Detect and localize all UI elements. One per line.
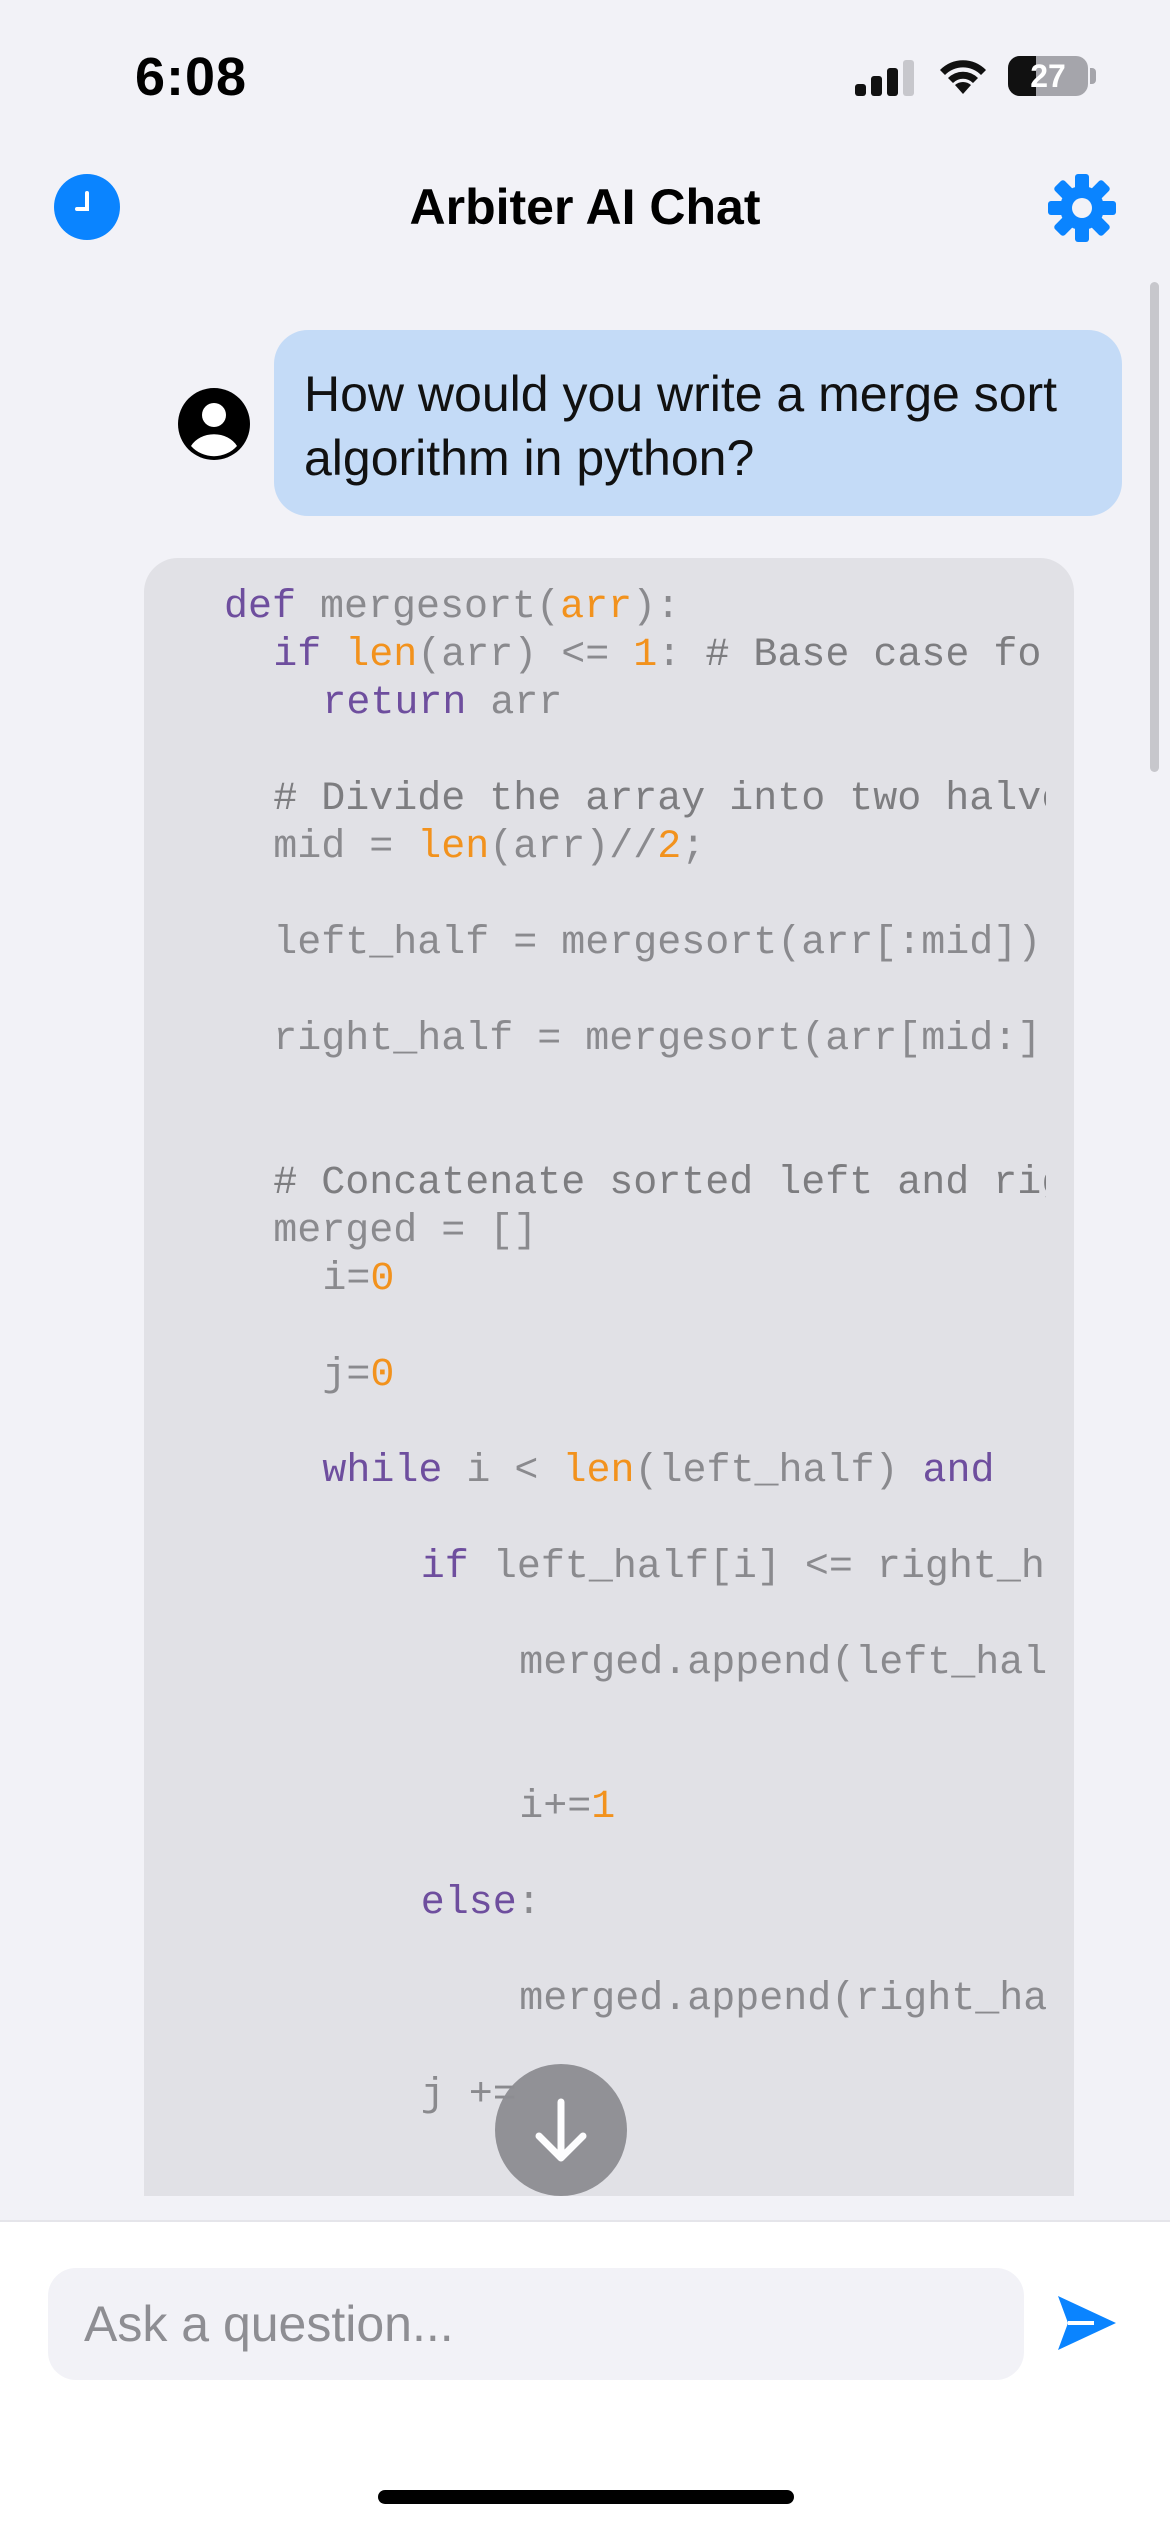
- code-line: # Concatenate sorted left and right: [273, 1160, 1046, 1208]
- code-line: merged.append(right_half[j]): [519, 1976, 1046, 2024]
- code-line: i=0: [322, 1256, 394, 1304]
- battery-nub: [1090, 68, 1096, 84]
- code-block: def mergesort(arr): if len(arr) <= 1: # B…: [144, 558, 1074, 2196]
- code-token: (arr)//: [489, 825, 658, 870]
- user-message-line: How would you write a merge sort: [304, 366, 1058, 422]
- code-token: i=: [322, 1257, 371, 1302]
- code-line: while i < len(left_half) and: [322, 1448, 994, 1496]
- code-line: i+=1: [519, 1784, 615, 1832]
- code-line: else:: [421, 1880, 541, 1928]
- code-token: (arr) <=: [417, 633, 634, 678]
- code-token: # Base case for recursion: [705, 633, 1046, 678]
- battery-level: 27: [1030, 57, 1066, 94]
- code-token: def: [224, 585, 297, 630]
- code-line: mid = len(arr)//2;: [273, 824, 705, 872]
- code-token: else: [420, 1881, 517, 1926]
- code-token: :: [516, 1881, 541, 1926]
- code-token: len: [562, 1449, 635, 1494]
- code-token: and: [922, 1449, 995, 1494]
- code-token: i+=: [519, 1785, 592, 1830]
- code-token: # Divide the array into two halves: [273, 777, 1046, 822]
- avatar: [178, 388, 250, 460]
- code-token: return: [322, 681, 467, 726]
- code-line: merged.append(left_half[i]): [519, 1640, 1046, 1688]
- code-line: j=0: [322, 1352, 394, 1400]
- code-token: merged.append(left_half[i]): [519, 1641, 1046, 1686]
- user-message-bubble: How would you write a merge sort algorit…: [274, 330, 1122, 516]
- battery-icon: 27: [1008, 56, 1088, 96]
- code-token: if: [420, 1545, 469, 1590]
- code-token: left_half = mergesort(arr[:mid]): [273, 921, 1042, 966]
- code-token: ;: [681, 825, 706, 870]
- code-line: if left_half[i] <= right_half[j]:: [421, 1544, 1046, 1592]
- code-line: # Divide the array into two halves: [273, 776, 1046, 824]
- scroll-indicator[interactable]: [1150, 282, 1159, 772]
- code-token: 0: [370, 1257, 395, 1302]
- wifi-icon: [940, 60, 986, 94]
- code-token: i <: [442, 1449, 563, 1494]
- code-token: (left_half): [634, 1449, 923, 1494]
- code-token: :: [657, 633, 706, 678]
- code-token: mid =: [273, 825, 418, 870]
- scroll-down-button[interactable]: [495, 2064, 627, 2196]
- code-token: j=: [322, 1353, 371, 1398]
- code-token: while: [322, 1449, 443, 1494]
- status-bar: 6:08 27: [0, 0, 1170, 150]
- code-token: len: [345, 633, 418, 678]
- code-token: right_half = mergesort(arr[mid:]): [273, 1017, 1046, 1062]
- code-token: arr: [466, 681, 563, 726]
- gear-icon[interactable]: [1046, 172, 1118, 244]
- code-token: arr: [560, 585, 633, 630]
- code-line: return arr: [322, 680, 562, 728]
- code-token: 0: [370, 1353, 395, 1398]
- code-token: mergesort(: [296, 585, 561, 630]
- code-token: ):: [632, 585, 681, 630]
- code-token: len: [417, 825, 490, 870]
- cellular-signal-icon: [855, 60, 915, 96]
- code-token: 1: [633, 633, 658, 678]
- home-indicator: [378, 2490, 794, 2504]
- code-token: 2: [657, 825, 682, 870]
- user-message-line: algorithm in python?: [304, 430, 755, 486]
- code-line: right_half = mergesort(arr[mid:]): [273, 1016, 1046, 1064]
- arrow-down-icon: [535, 2098, 587, 2162]
- code-line: merged = []: [273, 1208, 537, 1256]
- code-token: merged = []: [273, 1209, 538, 1254]
- code-line: if len(arr) <= 1: # Base case for recurs…: [273, 632, 1046, 680]
- code-token: if: [273, 633, 322, 678]
- code-token: left_half[i] <= right_half[j]:: [492, 1545, 1046, 1590]
- paper-plane-icon[interactable]: [1054, 2292, 1120, 2354]
- code-content: def mergesort(arr): if len(arr) <= 1: # B…: [144, 558, 1046, 2196]
- page-title: Arbiter AI Chat: [409, 179, 761, 235]
- code-token: # Concatenate sorted left and right: [273, 1161, 1046, 1206]
- question-input[interactable]: [48, 2268, 1024, 2380]
- code-token: 1: [591, 1785, 616, 1830]
- status-time: 6:08: [135, 47, 248, 107]
- code-line: def mergesort(arr):: [224, 584, 680, 632]
- code-token: merged.append(right_half[j]): [519, 1977, 1046, 2022]
- code-line: left_half = mergesort(arr[:mid]): [273, 920, 1041, 968]
